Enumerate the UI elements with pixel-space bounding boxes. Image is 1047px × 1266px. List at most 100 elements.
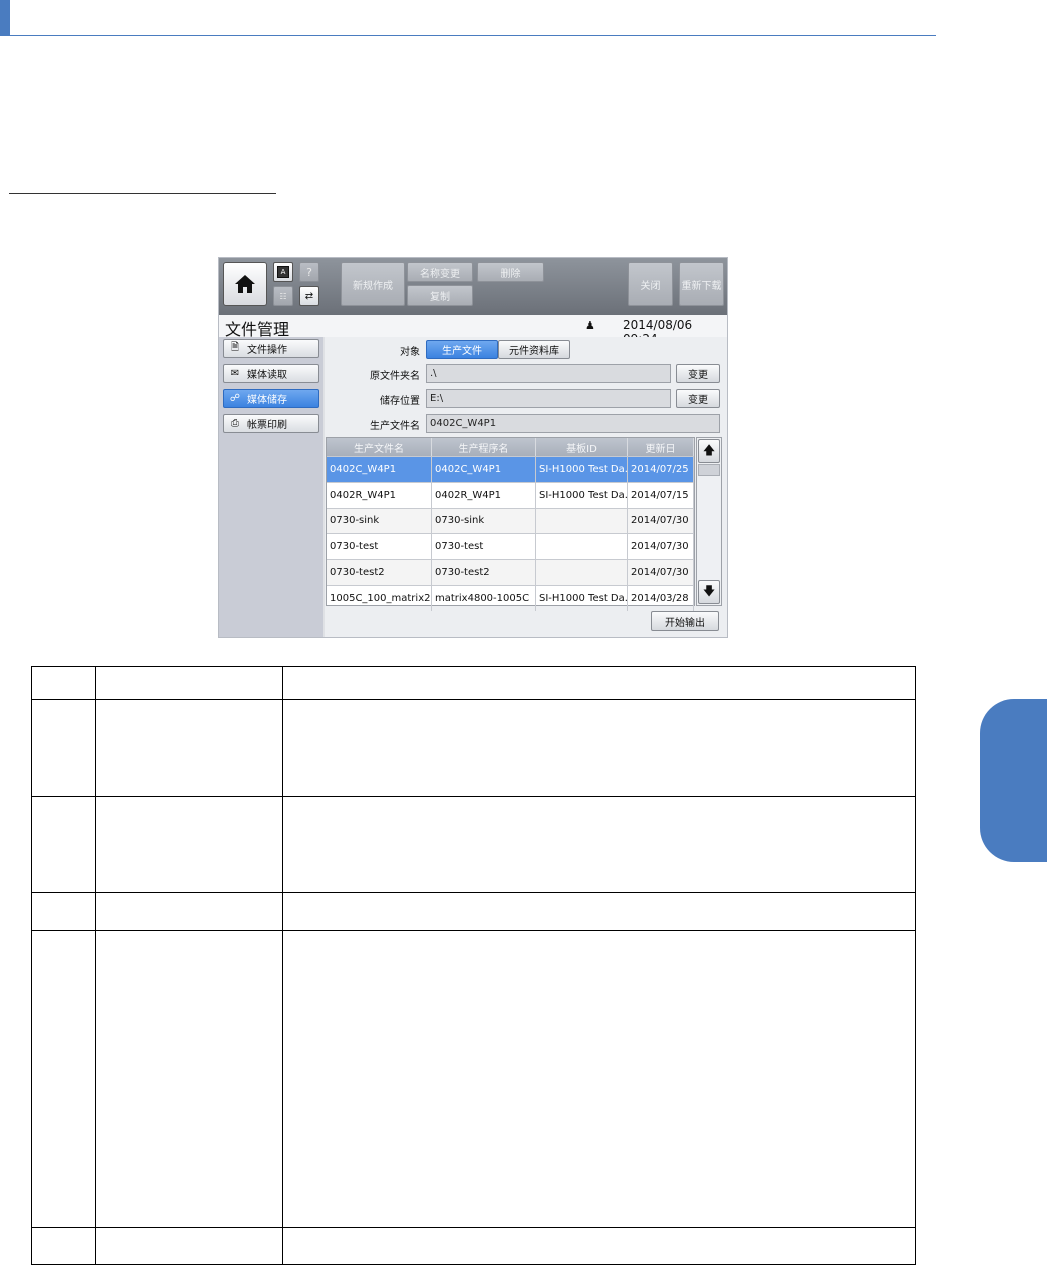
sidebar: 🗎 文件操作 ✉ 媒体读取 ☍ 媒体储存 ⎙ 帐票印刷: [219, 337, 323, 637]
sidebar-item-label: 帐票印刷: [247, 420, 287, 431]
production-file-field[interactable]: 0402C_W4P1: [426, 414, 720, 433]
table-cell: 0730-sink: [327, 508, 432, 534]
table-rule: [95, 667, 96, 1264]
table-cell: 2014/07/15: [628, 482, 694, 508]
target-option-production-file[interactable]: 生产文件: [426, 340, 498, 359]
table-row[interactable]: 0402C_W4P1 0402C_W4P1 SI-H1000 Test Da..…: [327, 456, 694, 482]
scroll-thumb[interactable]: [698, 464, 720, 476]
operator-icon: ☷: [279, 291, 287, 301]
table-cell: SI-H1000 Test Da...: [536, 482, 628, 508]
table-cell: [536, 508, 628, 534]
printer-icon: ⎙: [231, 418, 239, 429]
scroll-down-button[interactable]: 🡇: [698, 580, 720, 604]
table-cell: 2014/07/25: [628, 457, 694, 482]
table-row[interactable]: 0730-test 0730-test 2014/07/30: [327, 533, 694, 560]
table-rule: [32, 1227, 915, 1228]
delete-button[interactable]: 删除: [477, 262, 544, 282]
redownload-button[interactable]: 重新下载: [679, 262, 724, 306]
sidebar-item-label: 媒体储存: [247, 395, 287, 406]
file-management-screenshot: A ? ☷ ⇄ 新规作成 名称变更 删除 复制 关闭 重新下载 文件管理 ♟ 2…: [218, 257, 728, 638]
table-rule: [32, 930, 915, 931]
header-rule: [10, 35, 936, 36]
help-icon: ?: [306, 265, 312, 279]
table-cell: 2014/07/30: [628, 508, 694, 534]
chapter-side-tab: [980, 699, 1047, 862]
transfer-icon: ⇄: [304, 290, 314, 302]
sidebar-item-file-operation[interactable]: 🗎 文件操作: [223, 339, 319, 358]
operator-button[interactable]: ☷: [273, 286, 293, 306]
table-cell: [536, 560, 628, 585]
title-row: 文件管理 ♟ 2014/08/06 09:24: [219, 315, 727, 346]
sidebar-item-label: 文件操作: [247, 345, 287, 356]
keyboard-icon: A: [277, 266, 289, 278]
source-folder-change-button[interactable]: 变更: [676, 364, 720, 383]
rename-button[interactable]: 名称变更: [407, 262, 473, 282]
section-underline: [9, 193, 276, 194]
table-cell: 0730-test2: [327, 560, 432, 585]
file-op-icon: 🗎: [230, 342, 240, 353]
table-cell: 0402C_W4P1: [327, 457, 432, 482]
new-button[interactable]: 新规作成: [341, 262, 405, 306]
table-row[interactable]: 0402R_W4P1 0402R_W4P1 SI-H1000 Test Da..…: [327, 481, 694, 508]
header-accent-bar: [0, 0, 10, 36]
sidebar-item-media-read[interactable]: ✉ 媒体读取: [223, 364, 319, 383]
table-row[interactable]: 0730-test2 0730-test2 2014/07/30: [327, 559, 694, 585]
source-folder-label: 原文件夹名: [370, 371, 420, 382]
target-label: 对象: [400, 347, 420, 358]
table-cell: 0730-sink: [432, 508, 536, 534]
table-cell: 0402R_W4P1: [432, 482, 536, 508]
table-cell: matrix4800-1005C: [432, 585, 536, 611]
grid-scrollbar[interactable]: 🡅 🡇: [696, 437, 722, 606]
table-cell: 0730-test2: [432, 560, 536, 585]
arrow-down-icon: 🡇: [702, 583, 716, 598]
transfer-button[interactable]: ⇄: [299, 286, 319, 306]
user-icon: ♟: [585, 319, 595, 332]
media-save-icon: ☍: [229, 393, 241, 404]
save-location-label: 储存位置: [380, 396, 420, 407]
copy-button[interactable]: 复制: [407, 285, 473, 306]
source-folder-field[interactable]: .\: [426, 364, 671, 383]
form-area: 对象 生产文件 元件资料库 原文件夹名 .\ 变更 储存位置 E:\ 变更 生产…: [325, 337, 727, 637]
table-rule: [32, 892, 915, 893]
table-rule: [282, 667, 283, 1264]
table-cell: 2014/07/30: [628, 534, 694, 560]
table-cell: 2014/07/30: [628, 560, 694, 585]
table-cell: 1005C_100_matrix2...: [327, 585, 432, 611]
help-button[interactable]: ?: [299, 262, 319, 282]
table-row[interactable]: 0730-sink 0730-sink 2014/07/30: [327, 507, 694, 534]
toolbar: A ? ☷ ⇄ 新规作成 名称变更 删除 复制 关闭 重新下载: [219, 258, 727, 315]
grid-header: 生产文件名 生产程序名 基板ID 更新日: [327, 438, 694, 456]
column-header[interactable]: 生产文件名: [327, 438, 432, 456]
sidebar-item-print[interactable]: ⎙ 帐票印刷: [223, 414, 319, 433]
table-cell: 0730-test: [327, 534, 432, 560]
home-button[interactable]: [223, 262, 267, 306]
description-table: [31, 666, 916, 1265]
file-grid: 生产文件名 生产程序名 基板ID 更新日 0402C_W4P1 0402C_W4…: [326, 437, 695, 611]
column-header[interactable]: 更新日: [628, 438, 694, 456]
target-option-component-library[interactable]: 元件资料库: [498, 340, 570, 359]
column-header[interactable]: 基板ID: [536, 438, 628, 456]
keyboard-icon-button[interactable]: A: [273, 262, 293, 282]
save-location-change-button[interactable]: 变更: [676, 389, 720, 408]
table-cell: 0730-test: [432, 534, 536, 560]
arrow-up-icon: 🡅: [702, 442, 716, 457]
table-row[interactable]: 1005C_100_matrix2... matrix4800-1005C SI…: [327, 584, 694, 611]
table-cell: [536, 534, 628, 560]
start-output-button[interactable]: 开始输出: [651, 611, 719, 631]
close-button[interactable]: 关闭: [628, 262, 673, 306]
column-header[interactable]: 生产程序名: [432, 438, 536, 456]
scroll-up-button[interactable]: 🡅: [698, 439, 720, 463]
production-file-label: 生产文件名: [370, 421, 420, 432]
sidebar-item-media-save[interactable]: ☍ 媒体储存: [223, 389, 319, 408]
table-cell: SI-H1000 Test Da...: [536, 585, 628, 611]
media-read-icon: ✉: [230, 368, 240, 379]
home-icon: [235, 275, 255, 293]
table-rule: [32, 796, 915, 797]
save-location-field[interactable]: E:\: [426, 389, 671, 408]
sidebar-item-label: 媒体读取: [247, 370, 287, 381]
table-cell: 0402C_W4P1: [432, 457, 536, 482]
table-cell: 2014/03/28: [628, 585, 694, 611]
table-rule: [32, 699, 915, 700]
table-cell: 0402R_W4P1: [327, 482, 432, 508]
table-cell: SI-H1000 Test Da...: [536, 457, 628, 482]
